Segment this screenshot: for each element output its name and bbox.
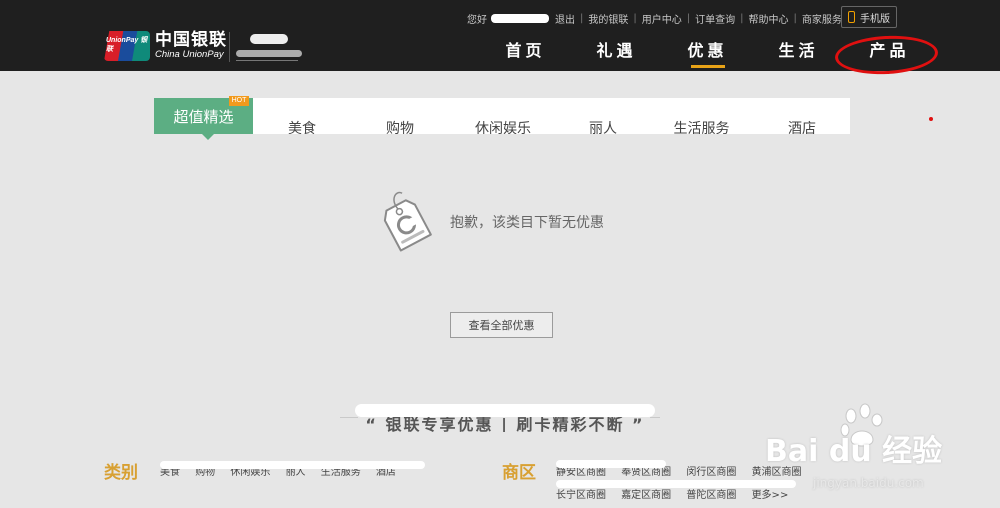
baidu-watermark: Bai du 经验 jingyan.baidu.com <box>765 400 995 500</box>
my-unionpay-link[interactable]: 我的银联 <box>588 11 628 26</box>
tab-shopping[interactable]: 购物 <box>351 98 449 134</box>
brand-name-cn: 中国银联 <box>155 30 227 50</box>
city-subtext-redacted <box>236 50 302 57</box>
watermark-brand: Bai du 经验 <box>765 434 943 469</box>
category-filter-label: 类别 <box>104 463 138 483</box>
nav-life[interactable]: 生活 <box>753 40 844 64</box>
tab-life-services[interactable]: 生活服务 <box>649 98 754 134</box>
category-filter-row: 美食 购物 休闲娱乐 丽人 生活服务 酒店 <box>160 457 430 477</box>
scribble-redaction <box>160 461 425 469</box>
active-tab-arrow <box>202 134 214 140</box>
hot-badge: HOT <box>229 96 249 106</box>
district-item[interactable]: 嘉定区商圈 <box>621 490 671 500</box>
username-redacted <box>491 13 549 23</box>
district-item[interactable]: 静安区商圈 <box>556 467 606 477</box>
red-dot-mark <box>929 117 933 121</box>
tab-food[interactable]: 美食 <box>253 98 351 134</box>
greeting-text: 您好 <box>467 14 487 26</box>
merchant-service-link[interactable]: 商家服务 <box>802 11 842 26</box>
category-tab-bar: 超值精选 美食 购物 休闲娱乐 丽人 生活服务 酒店 <box>154 98 850 134</box>
city-selector-redacted[interactable] <box>250 34 288 44</box>
nav-gifts[interactable]: 礼遇 <box>571 40 662 64</box>
order-query-link[interactable]: 订单查询 <box>695 11 735 26</box>
section-title: “ 银联专享优惠 | 刷卡精彩不断 ” <box>350 402 660 432</box>
phone-icon <box>848 11 855 23</box>
district-item[interactable]: 长宁区商圈 <box>556 490 606 500</box>
help-center-link[interactable]: 帮助中心 <box>749 11 789 26</box>
district-filter-label: 商区 <box>502 463 536 483</box>
nav-home[interactable]: 首页 <box>480 40 571 64</box>
logo-divider <box>229 32 230 62</box>
scribble-redaction <box>556 480 796 488</box>
mobile-version-label: 手机版 <box>860 13 890 25</box>
coupon-tag-icon <box>383 191 432 252</box>
tab-beauty[interactable]: 丽人 <box>557 98 649 134</box>
mobile-version-button[interactable]: 手机版 <box>841 6 897 28</box>
scribble-redaction <box>510 408 640 417</box>
empty-state-message: 抱歉，该类目下暂无优惠 <box>450 215 604 231</box>
scribble-redaction <box>556 460 666 468</box>
brand-name-en: China UnionPay <box>155 49 224 60</box>
user-center-link[interactable]: 用户中心 <box>642 11 682 26</box>
district-item[interactable]: 闵行区商圈 <box>686 467 736 477</box>
tab-leisure[interactable]: 休闲娱乐 <box>449 98 557 134</box>
top-links: 您好 退出 | 我的银联 | 用户中心 | 订单查询 | 帮助中心 | 商家服务 <box>467 11 842 26</box>
nav-offers[interactable]: 优惠 <box>662 40 753 68</box>
city-underline <box>236 60 298 61</box>
unionpay-mark-icon: UnionPay 银联 <box>104 31 150 61</box>
tab-hotel[interactable]: 酒店 <box>754 98 850 134</box>
view-all-offers-button[interactable]: 查看全部优惠 <box>450 312 553 338</box>
district-item[interactable]: 奉贤区商圈 <box>621 467 671 477</box>
district-item[interactable]: 普陀区商圈 <box>686 490 736 500</box>
unionpay-logo[interactable]: UnionPay 银联 中国银联 China UnionPay <box>104 30 227 62</box>
watermark-url: jingyan.baidu.com <box>813 476 924 490</box>
logout-link[interactable]: 退出 <box>555 11 575 26</box>
